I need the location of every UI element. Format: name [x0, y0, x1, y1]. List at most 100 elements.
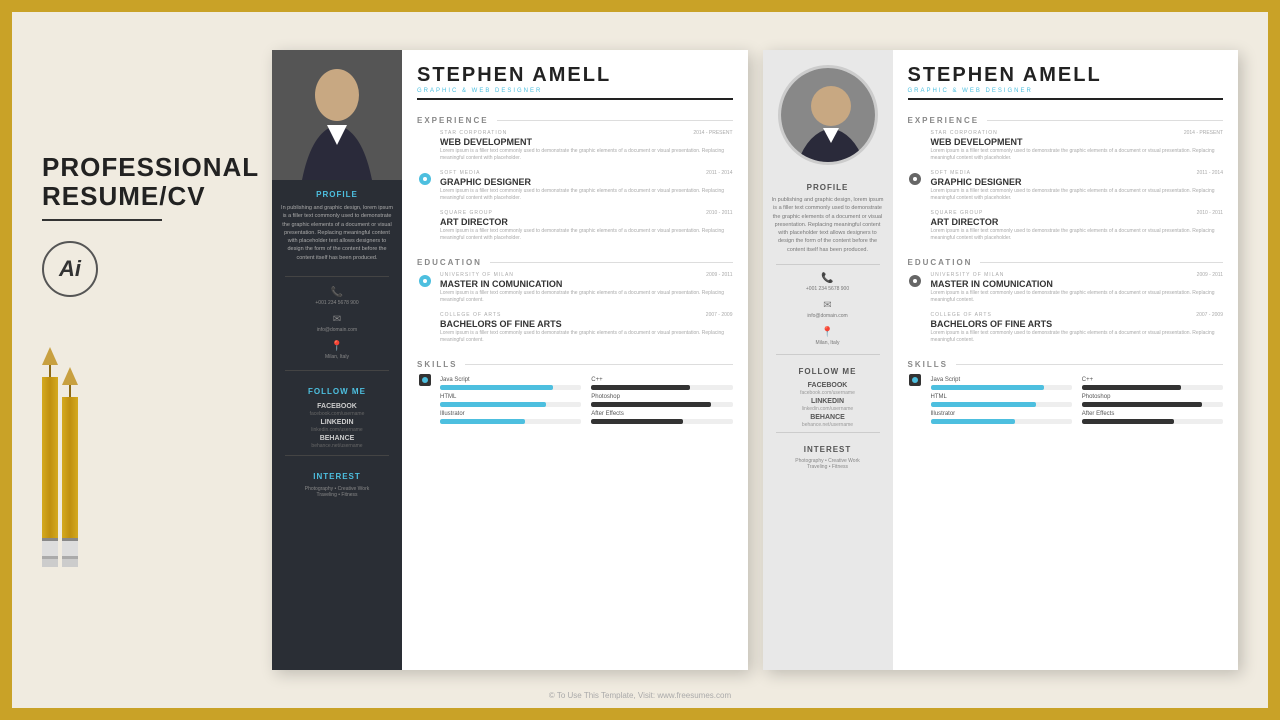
- exp-title-1-1: WEB DEVELOPMENT: [440, 137, 733, 147]
- person-svg-2: [781, 68, 878, 165]
- skill-item: Illustrator: [931, 411, 1072, 424]
- skill-bar-bg: [440, 385, 581, 390]
- resume-1-edu-title: EDUCATION: [417, 258, 482, 267]
- edu-degree-2-2: BACHELORS OF FINE ARTS: [931, 319, 1224, 329]
- sidebar-1-div1: [285, 276, 389, 277]
- resume-1-header: STEPHEN AMELL GRAPHIC & WEB DESIGNER: [417, 65, 733, 100]
- skill-bar-fill: [931, 385, 1044, 390]
- skill-bar-fill: [591, 385, 690, 390]
- sidebar-2-linkedin-label: LINKEDIN: [811, 398, 844, 405]
- phone-text-2: +001 234 5678 900: [806, 286, 849, 292]
- exp-title-2-2: GRAPHIC DESIGNER: [931, 177, 1224, 187]
- timeline-2-2: [908, 170, 923, 202]
- skills-icon-1: [417, 374, 432, 424]
- exp-line-2: [987, 120, 1223, 121]
- edu-dot-inner-2-1: [913, 279, 917, 283]
- skill-name: Photoshop: [1082, 394, 1223, 400]
- edu-content-1-1: 2009 - 2011 UNIVERSITY OF MILAN MASTER I…: [432, 272, 733, 304]
- pencils-decoration: [42, 347, 78, 567]
- resume-2-subtitle: GRAPHIC & WEB DESIGNER: [908, 88, 1224, 94]
- skill-bar-bg: [440, 419, 581, 424]
- sidebar-2-follow-title: FOLLOW ME: [799, 367, 857, 376]
- edu-school-2-1: UNIVERSITY OF MILAN: [931, 272, 1224, 278]
- skill-bar-fill: [440, 419, 525, 424]
- resume-2-header-divider: [908, 98, 1224, 100]
- sidebar-2-interest-text: Photography • Creative WorkTraveling • F…: [790, 458, 864, 470]
- skill-bar-bg: [1082, 385, 1223, 390]
- exp-desc-2-2: Lorem ipsum is a filler text commonly us…: [931, 188, 1224, 202]
- edu-date-1-2: 2007 - 2009: [706, 312, 733, 318]
- top-border: [0, 0, 1280, 12]
- skill-name: HTML: [931, 394, 1072, 400]
- skill-bar-bg: [1082, 419, 1223, 424]
- sidebar-2-location: 📍 Milan, Italy: [816, 327, 840, 346]
- resumes-container: PROFILE In publishing and graphic design…: [272, 50, 1238, 670]
- photo-placeholder-1: [272, 50, 402, 180]
- timeline-2-1: [908, 130, 923, 162]
- skill-name: Illustrator: [931, 411, 1072, 417]
- exp-item-2-3: 2010 - 2011 SQUARE GROUP ART DIRECTOR Lo…: [908, 210, 1224, 242]
- edu-date-2-1: 2009 - 2011: [1197, 272, 1223, 278]
- email-icon-2: ✉: [823, 300, 831, 311]
- phone-text-1: +001 234 5678 900: [315, 300, 358, 306]
- resume-1-name: STEPHEN AMELL: [417, 65, 733, 85]
- resume-1-photo: [272, 50, 402, 180]
- exp-desc-1-2: Lorem ipsum is a filler text commonly us…: [440, 188, 733, 202]
- email-text-1: info@domain.com: [317, 327, 357, 333]
- sidebar-2-behance-url: behance.net/username: [802, 422, 853, 428]
- skill-bar-bg: [931, 419, 1072, 424]
- sidebar-2-interest-title: INTEREST: [804, 445, 852, 454]
- sidebar-2-div2: [776, 354, 880, 355]
- exp-date-1-2: 2011 - 2014: [706, 170, 732, 176]
- pencil-eraser-2: [62, 541, 78, 556]
- exp-item-2-2: 2011 - 2014 SOFT MEDIA GRAPHIC DESIGNER …: [908, 170, 1224, 202]
- resume-2-name: STEPHEN AMELL: [908, 65, 1224, 85]
- sidebar-1-location: 📍 Milan, Italy: [325, 341, 349, 360]
- location-icon-1: 📍: [331, 341, 343, 352]
- skill-bar-fill: [440, 385, 553, 390]
- sidebar-1-behance-url: behance.net/username: [311, 443, 362, 449]
- skill-item: Photoshop: [1082, 394, 1223, 407]
- skill-item: After Effects: [1082, 411, 1223, 424]
- resume-2-header: STEPHEN AMELL GRAPHIC & WEB DESIGNER: [908, 65, 1224, 100]
- edu-timeline-1-1: [417, 272, 432, 304]
- resume-1-main: STEPHEN AMELL GRAPHIC & WEB DESIGNER EXP…: [402, 50, 748, 670]
- sidebar-1-phone: 📞 +001 234 5678 900: [315, 287, 358, 306]
- resume-2-exp-header: EXPERIENCE: [908, 116, 1224, 125]
- sidebar-1-div3: [285, 455, 389, 456]
- edu-school-1-1: UNIVERSITY OF MILAN: [440, 272, 733, 278]
- edu-line-2: [980, 262, 1223, 263]
- pencil-tip-2: [62, 367, 78, 385]
- edu-school-2-2: COLLEGE OF ARTS: [931, 312, 1224, 318]
- exp-company-1-3: SQUARE GROUP: [440, 210, 733, 216]
- exp-content-2-3: 2010 - 2011 SQUARE GROUP ART DIRECTOR Lo…: [923, 210, 1224, 242]
- pencil-1: [42, 347, 58, 567]
- pencil-body-2: [62, 397, 78, 538]
- exp-desc-1-3: Lorem ipsum is a filler text commonly us…: [440, 228, 733, 242]
- skills-line-2: [956, 364, 1223, 365]
- skills-icon-2: [908, 374, 923, 424]
- skills-grid-2: Java Script C++ HTML Photoshop: [931, 377, 1224, 424]
- resume-1-skills-title: SKILLS: [417, 360, 457, 369]
- main-content: PROFESSIONAL RESUME/CV Ai: [12, 12, 1268, 708]
- resume-2-skills-title: SKILLS: [908, 360, 948, 369]
- right-border: [1268, 0, 1280, 720]
- resume-2-main: STEPHEN AMELL GRAPHIC & WEB DESIGNER EXP…: [893, 50, 1239, 670]
- location-text-2: Milan, Italy: [816, 340, 840, 346]
- exp-content-1-1: 2014 - PRESENT STAR CORPORATION WEB DEVE…: [432, 130, 733, 162]
- timeline-1-1: [417, 130, 432, 162]
- edu-content-1-2: 2007 - 2009 COLLEGE OF ARTS BACHELORS OF…: [432, 312, 733, 344]
- sidebar-1-facebook-label: FACEBOOK: [317, 403, 357, 410]
- sidebar-1-interest-text: Photography • Creative WorkTraveling • F…: [300, 486, 374, 498]
- edu-timeline-2-1: [908, 272, 923, 304]
- skill-bar-bg: [440, 402, 581, 407]
- sidebar-2-facebook-url: facebook.com/username: [800, 390, 855, 396]
- exp-desc-1-1: Lorem ipsum is a filler text commonly us…: [440, 148, 733, 162]
- resume-2-edu-header: EDUCATION: [908, 258, 1224, 267]
- exp-date-2-2: 2011 - 2014: [1197, 170, 1223, 176]
- resume-2-skills-header: SKILLS: [908, 360, 1224, 369]
- sidebar-2-profile-text: In publishing and graphic design, lorem …: [763, 196, 893, 254]
- resume-2-sidebar: PROFILE In publishing and graphic design…: [763, 50, 893, 670]
- bottom-text: © To Use This Template, Visit: www.frees…: [549, 691, 731, 700]
- edu-dot-2-1: [909, 275, 921, 287]
